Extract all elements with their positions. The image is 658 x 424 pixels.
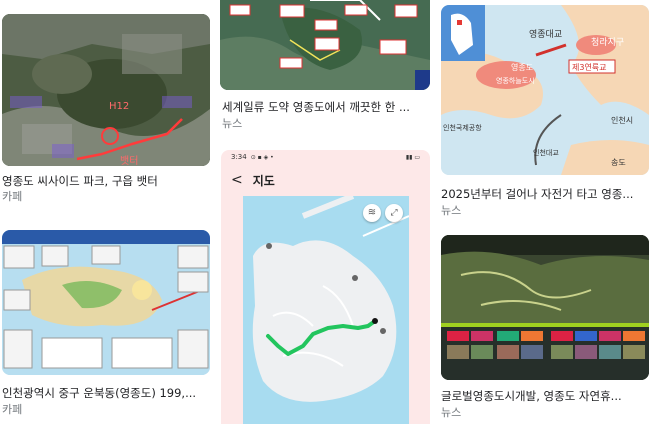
map-label-third-bridge: 제3연륙교 [572,63,607,72]
illustrated-map-image: 영종대교 청라지구 제3연륙교 영종도 영종하늘도시 인천국제공항 인천대교 인… [441,5,649,175]
result-card-1[interactable]: H12 뱃터 영종도 씨사이드 파크, 구읍 뱃터 카페 [0,0,212,210]
satellite-map-image: H12 뱃터 [2,14,210,166]
result-title-3[interactable]: 2025년부터 걸어나 자전거 타고 영종... [441,186,651,202]
result-source-6: 뉴스 [441,406,462,419]
tourist-map-image [2,230,210,375]
phone-header: < 지도 [221,164,430,196]
result-title-6[interactable]: 글로벌영종도시개발, 영종도 자연휴... [441,388,651,404]
map-label-cheongna: 청라지구 [591,37,624,48]
result-card-5[interactable]: 3:34 ⊙ ▪ ◈ • ▮▮ ▭ < 지도 ≋ ⤢ [220,150,430,424]
result-source-4: 카페 [2,403,23,416]
map-label-yeongjongdo: 영종도 [511,62,533,72]
result-thumbnail-6[interactable] [441,235,649,380]
phone-header-title: 지도 [252,173,275,188]
map-label-pier: 뱃터 [120,155,138,166]
map-label-incheon-bridge: 인천대교 [533,148,559,157]
layers-icon[interactable]: ≋ [363,204,381,222]
phone-map[interactable]: ≋ ⤢ [243,196,409,424]
result-card-6[interactable]: 글로벌영종도시개발, 영종도 자연휴... 뉴스 [439,230,658,424]
map-label-skycity: 영종하늘도시 [496,76,535,85]
result-source-2: 뉴스 [222,117,243,130]
result-title-1[interactable]: 영종도 씨사이드 파크, 구읍 뱃터 [2,173,210,189]
planning-map-image [220,0,430,90]
map-label-h12: H12 [109,101,129,112]
result-title-4[interactable]: 인천광역시 중구 운북동(영종도) 199,... [2,385,210,401]
phone-status-icons: ⊙ ▪ ◈ • [250,153,274,161]
result-thumbnail-4[interactable] [2,230,210,375]
phone-status-bar: 3:34 ⊙ ▪ ◈ • ▮▮ ▭ [221,150,430,164]
phone-status-time: 3:34 [231,153,247,161]
result-thumbnail-1[interactable]: H12 뱃터 [2,14,210,166]
result-title-2[interactable]: 세계일류 도약 영종도에서 깨끗한 한 ... [222,99,428,115]
development-render-image [441,235,649,380]
map-label-airport: 인천국제공항 [443,123,482,132]
map-label-songdo: 송도 [611,158,626,167]
result-card-3[interactable]: 영종대교 청라지구 제3연륙교 영종도 영종하늘도시 인천국제공항 인천대교 인… [439,0,658,220]
map-label-incheon-city: 인천시 [611,115,633,125]
back-icon[interactable]: < [231,172,243,188]
phone-battery-icon: ▮▮ ▭ [405,153,420,161]
result-card-4[interactable]: 인천광역시 중구 운북동(영종도) 199,... 카페 [0,220,212,424]
result-source-3: 뉴스 [441,204,462,217]
result-source-1: 카페 [2,190,23,203]
result-thumbnail-2[interactable] [220,0,430,90]
phone-map-svg [243,196,409,424]
expand-icon[interactable]: ⤢ [385,204,403,222]
result-thumbnail-5[interactable]: 3:34 ⊙ ▪ ◈ • ▮▮ ▭ < 지도 ≋ ⤢ [221,150,430,424]
result-thumbnail-3[interactable]: 영종대교 청라지구 제3연륙교 영종도 영종하늘도시 인천국제공항 인천대교 인… [441,5,649,175]
result-card-2[interactable]: 세계일류 도약 영종도에서 깨끗한 한 ... 뉴스 [220,0,430,140]
map-label-yeongjong-bridge: 영종대교 [529,29,562,40]
